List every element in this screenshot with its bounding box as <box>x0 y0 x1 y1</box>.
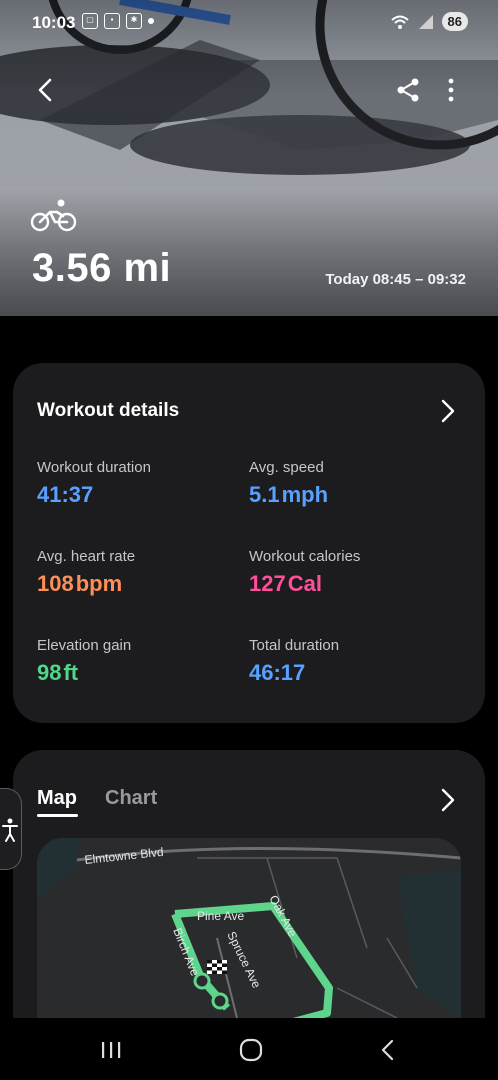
home-button[interactable] <box>239 1038 263 1062</box>
chevron-right-icon[interactable] <box>439 786 457 814</box>
stat-unit: ft <box>63 660 79 685</box>
stat-label: Avg. heart rate <box>37 548 136 565</box>
chevron-right-icon[interactable] <box>439 397 457 425</box>
stat-label: Avg. speed <box>249 459 324 476</box>
start-marker-icon <box>193 972 211 990</box>
recent-apps-button[interactable] <box>100 1040 122 1060</box>
workout-details-title: Workout details <box>37 400 180 421</box>
edge-panel-handle[interactable] <box>0 788 22 870</box>
stat-value: 5.1mph <box>249 482 328 508</box>
stat-number: 108 <box>37 571 74 596</box>
stat-label: Workout calories <box>249 548 361 565</box>
snowflake-icon: ✱ <box>126 13 142 29</box>
stat-value: 41:37 <box>37 482 151 508</box>
stat-label: Workout duration <box>37 459 151 476</box>
workout-hero: 10:03 ▢ ▪ ✱ 86 3.56 mi Today 08:45 – 09:… <box>0 0 498 316</box>
stat-unit: Cal <box>287 571 322 596</box>
stat-avg-heart-rate: Avg. heart rate 108bpm <box>37 548 135 597</box>
workout-distance: 3.56 mi <box>32 246 172 290</box>
workout-details-card[interactable]: Workout details Workout duration 41:37 A… <box>13 363 485 723</box>
stat-label: Total duration <box>249 637 340 654</box>
status-time: 10:03 <box>32 13 76 32</box>
stat-number: 41:37 <box>37 482 94 507</box>
back-button[interactable] <box>30 74 62 106</box>
stat-workout-duration: Workout duration 41:37 <box>37 459 151 508</box>
tab-chart[interactable]: Chart <box>105 787 157 810</box>
system-nav-bar <box>0 1018 498 1080</box>
system-back-button[interactable] <box>380 1038 396 1062</box>
stat-number: 127 <box>249 571 286 596</box>
stat-number: 5.1 <box>249 482 280 507</box>
wifi-icon <box>390 15 409 29</box>
stat-value: 127Cal <box>249 571 360 597</box>
signal-icon <box>418 14 433 29</box>
more-options-button[interactable] <box>440 76 462 104</box>
stat-value: 98ft <box>37 660 131 686</box>
stat-workout-calories: Workout calories 127Cal <box>249 548 360 597</box>
share-button[interactable] <box>394 76 422 104</box>
active-tab-indicator <box>37 814 78 817</box>
notification-icons: ▢ ▪ ✱ <box>82 13 154 29</box>
accessibility-icon <box>2 818 18 842</box>
street-label-pine: Pine Ave <box>197 909 244 923</box>
stat-elevation-gain: Elevation gain 98ft <box>37 637 131 686</box>
app-notification-icon: ▪ <box>104 13 120 29</box>
stat-total-duration: Total duration 46:17 <box>249 637 339 686</box>
end-marker-icon <box>211 992 229 1010</box>
battery-level: 86 <box>441 12 468 31</box>
status-bar: 10:03 ▢ ▪ ✱ 86 <box>0 0 498 44</box>
more-notifications-dot <box>148 18 154 24</box>
finish-flag-icon <box>207 960 227 974</box>
tab-map[interactable]: Map <box>37 787 77 810</box>
workout-time-range: Today 08:45 – 09:32 <box>325 271 466 288</box>
stat-avg-speed: Avg. speed 5.1mph <box>249 459 328 508</box>
stat-number: 98 <box>37 660 62 685</box>
stat-value: 108bpm <box>37 571 135 597</box>
status-right: 86 <box>390 12 468 31</box>
stat-number: 46:17 <box>249 660 306 685</box>
stat-label: Elevation gain <box>37 637 132 654</box>
stat-unit: mph <box>281 482 329 507</box>
stat-value: 46:17 <box>249 660 339 686</box>
screenshot-icon: ▢ <box>82 13 98 29</box>
stat-unit: bpm <box>75 571 123 596</box>
bicycle-icon <box>30 199 77 232</box>
